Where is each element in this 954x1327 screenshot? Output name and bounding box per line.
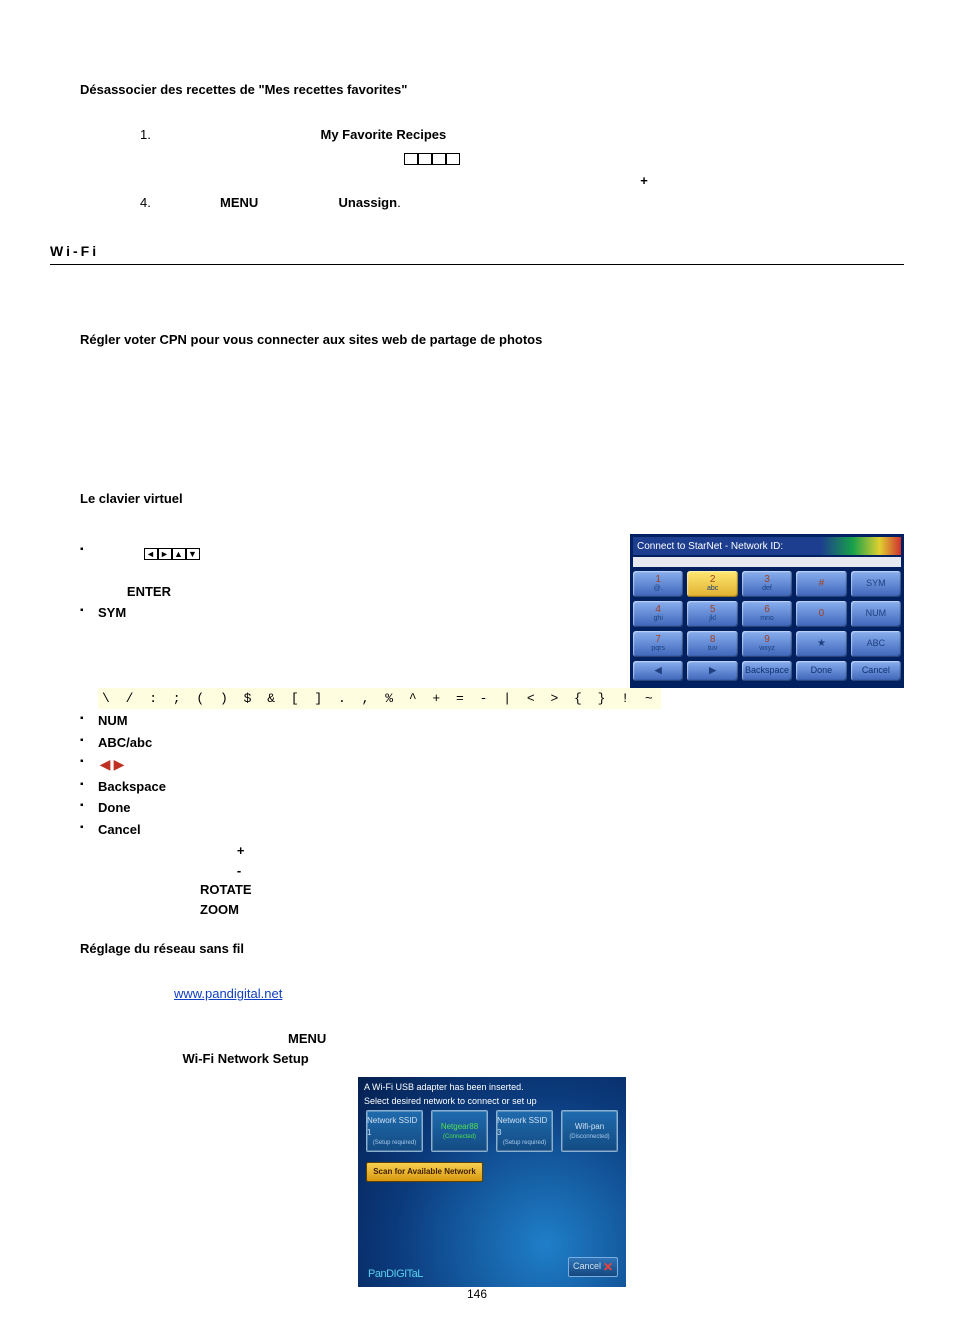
dpad-arrows-icon: ◄►▲▼ [144,543,200,563]
scan-button: Scan for Available Network [366,1162,483,1182]
net-wifipan: Wifi-pan(Disconnected) [561,1110,618,1152]
step-2: 2. Pour rechercher d'autres photos, util… [140,148,904,168]
vkb-heading: Le clavier virtuel [80,489,904,509]
page-number: 146 [0,1285,954,1303]
pandigital-logo: PanDIGITaL [368,1266,423,1282]
wifi-section-heading: Wi-Fi [50,241,904,265]
cpn-p1: Pour partager des photos avec votre fami… [80,355,904,394]
wifi-setup-image: A Wi-Fi USB adapter has been inserted.Se… [358,1077,626,1287]
symbol-list: \ / : ; ( ) $ & [ ] . , % ^ + = - | < > … [98,688,661,710]
unassign-heading: Désassocier des recettes de "Mes recette… [80,80,904,100]
vkb-sym: SYM — pour afficher ces symboles :\ / : … [80,603,904,709]
wsetup-heading: Réglage du réseau sans fil [80,939,904,959]
cpn-p3: Tant le clavier virtuel que les instruct… [80,449,904,469]
vkb-leftright: ◀▶— permet de descendre ou de remonter l… [80,754,904,774]
x-icon: ✕ [603,1258,613,1276]
left-right-arrows-icon: ◀▶ [98,755,126,775]
wifi-img-hdr: A Wi-Fi USB adapter has been inserted.Se… [358,1077,626,1110]
net-ssid-1: Network SSID 1(Setup required) [366,1110,423,1152]
vkb-done: Done — quand vous avez terminé votre ent… [80,798,904,818]
pandigital-link[interactable]: www.pandigital.net [174,986,282,1001]
step-3: 3. Pour augmenter ou réduire la taille d… [140,171,904,191]
vkb-backspace: Backspace — pour effacer les caractères … [80,777,904,797]
wsetup-step-1: 1. L'écran Wi-Fi Network Setup (d'établi… [140,1010,904,1069]
cpn-heading: Régler voter CPN pour vous connecter aux… [80,330,904,350]
wifi-cancel-button: Cancel✕ [568,1257,618,1277]
dpad-arrows-icon: ◄►▲▼ [404,148,460,168]
vkb-cancel: Cancel — pour retourner à l'écran précéd… [80,820,904,840]
net-ssid-3: Network SSID 3(Setup required) [496,1110,553,1152]
unassign-intro: Les recettes associées peuvent être supp… [80,106,904,126]
wsetup-intro: Pour utiliser la fonction Wi-Fi, vous de… [80,965,904,1004]
vkb-num: NUM — pour afficher le clavier numérique… [80,711,904,731]
vkb-b1: Utilisez ◄►▲▼ pour mettre en surbrillanc… [80,542,904,601]
wifi-intro: Utilisez la fonction Wi-Fi de votre CPN … [50,271,904,310]
vkb-intro: Le clavier virtuel s'affiche quand vous … [80,514,904,534]
net-netgear: Netgear88(Connected) [431,1110,488,1152]
step-4: 4. Touchez MENU puis touchez Unassign. [140,193,904,213]
cpn-p2: Après avoir inscrit votre CPN, réglez le… [80,402,904,441]
step-1: 1. Sélectionnez tout de suite My Favorit… [140,125,904,145]
vkb-abc: ABC/abc — pour basculer entre les majusc… [80,733,904,753]
vkb-extras: Zoom + — pour amplifier l'aperçu à gauch… [80,841,904,919]
